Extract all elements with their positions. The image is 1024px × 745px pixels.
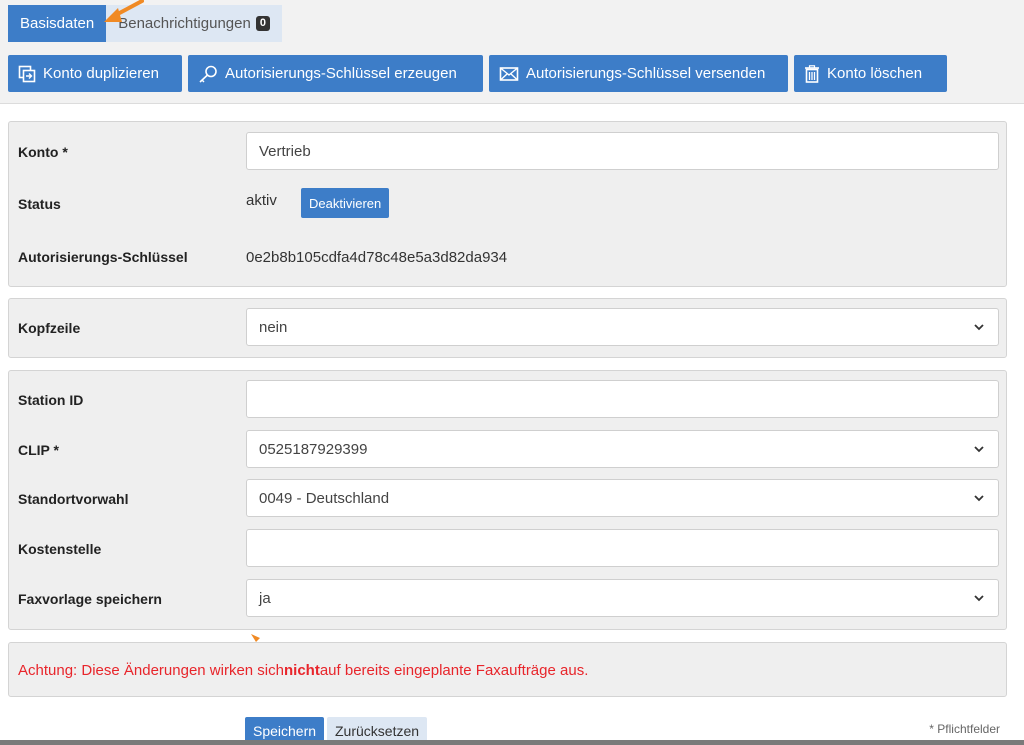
arrow-annotation-icon <box>104 0 144 22</box>
delete-account-label: Konto löschen <box>827 65 923 82</box>
deactivate-button[interactable]: Deaktivieren <box>301 188 390 218</box>
duplicate-account-button[interactable]: Konto duplizieren <box>8 55 182 92</box>
create-key-label: Autorisierungs-Schlüssel erzeugen <box>225 65 457 82</box>
create-key-button[interactable]: Autorisierungs-Schlüssel erzeugen <box>188 55 483 92</box>
fax-template-select[interactable]: ja <box>246 579 999 617</box>
kopfzeile-label: Kopfzeile <box>18 320 81 336</box>
key-value: 0e2b8b105cdfa4d78c48e5a3d82da934 <box>246 248 508 266</box>
toolbar: Konto duplizieren Autorisierungs-Schlüss… <box>8 55 947 92</box>
duplicate-icon <box>18 65 36 82</box>
clip-row: CLIP * 0525187929399 <box>9 430 1006 470</box>
fax-template-label: Faxvorlage speichern <box>18 591 162 607</box>
fax-template-value: ja <box>259 589 271 607</box>
status-value: aktiv <box>246 191 277 209</box>
tab-bar: Basisdaten Benachrichtigungen 0 <box>8 5 282 42</box>
envelope-icon <box>499 66 519 81</box>
key-label: Autorisierungs-Schlüssel <box>18 249 188 265</box>
tab-basisdaten[interactable]: Basisdaten <box>8 5 107 42</box>
warning-text-before: Achtung: Diese Änderungen wirken sich <box>18 662 284 679</box>
header-panel: Kopfzeile nein <box>8 298 1007 358</box>
area-code-value: 0049 - Deutschland <box>259 489 390 507</box>
station-id-input[interactable] <box>246 380 999 418</box>
station-label: Station ID <box>18 392 84 408</box>
tab-label: Basisdaten <box>20 15 95 32</box>
kopfzeile-value: nein <box>259 318 288 336</box>
kopfzeile-row: Kopfzeile nein <box>9 308 1006 348</box>
warning-text-after: auf bereits eingeplante Faxaufträge aus. <box>319 662 589 679</box>
duplicate-account-label: Konto duplizieren <box>43 65 159 82</box>
chevron-down-icon <box>974 595 984 602</box>
warning-text-bold: nicht <box>284 662 320 679</box>
konto-value: Vertrieb <box>259 142 311 160</box>
area-code-row: Standortvorwahl 0049 - Deutschland <box>9 479 1006 519</box>
konto-row: Konto * Vertrieb <box>9 132 1006 172</box>
account-panel: Konto * Vertrieb Status aktiv Deaktivier… <box>8 121 1007 287</box>
key-icon <box>199 65 217 83</box>
konto-input[interactable]: Vertrieb <box>246 132 999 170</box>
key-row: Autorisierungs-Schlüssel 0e2b8b105cdfa4d… <box>9 237 1006 277</box>
warning-panel: Achtung: Diese Änderungen wirken sich ni… <box>8 642 1007 697</box>
station-row: Station ID <box>9 380 1006 420</box>
required-fields-note: * Pflichtfelder <box>929 722 1000 736</box>
cost-center-input[interactable] <box>246 529 999 567</box>
fax-settings-panel: Station ID CLIP * 0525187929399 Standort… <box>8 370 1007 630</box>
notification-count-badge: 0 <box>255 16 270 31</box>
delete-account-button[interactable]: Konto löschen <box>794 55 947 92</box>
chevron-down-icon <box>974 446 984 453</box>
clip-label: CLIP * <box>18 442 59 458</box>
top-bar: Basisdaten Benachrichtigungen 0 Konto du… <box>0 0 1024 104</box>
warning-text: Achtung: Diese Änderungen wirken sich ni… <box>18 643 588 698</box>
area-code-select[interactable]: 0049 - Deutschland <box>246 479 999 517</box>
send-key-button[interactable]: Autorisierungs-Schlüssel versenden <box>489 55 788 92</box>
cost-center-label: Kostenstelle <box>18 541 102 557</box>
status-row: Status aktiv Deaktivieren <box>9 184 1006 224</box>
clip-select[interactable]: 0525187929399 <box>246 430 999 468</box>
send-key-label: Autorisierungs-Schlüssel versenden <box>526 65 766 82</box>
chevron-down-icon <box>974 495 984 502</box>
trash-icon <box>805 64 819 83</box>
fax-template-row: Faxvorlage speichern ja <box>9 579 1006 619</box>
konto-label: Konto * <box>18 144 68 160</box>
cost-center-row: Kostenstelle <box>9 529 1006 569</box>
kopfzeile-select[interactable]: nein <box>246 308 999 346</box>
status-label: Status <box>18 196 61 212</box>
area-code-label: Standortvorwahl <box>18 491 129 507</box>
bottom-divider <box>0 740 1024 745</box>
chevron-down-icon <box>974 324 984 331</box>
clip-value: 0525187929399 <box>259 440 368 458</box>
